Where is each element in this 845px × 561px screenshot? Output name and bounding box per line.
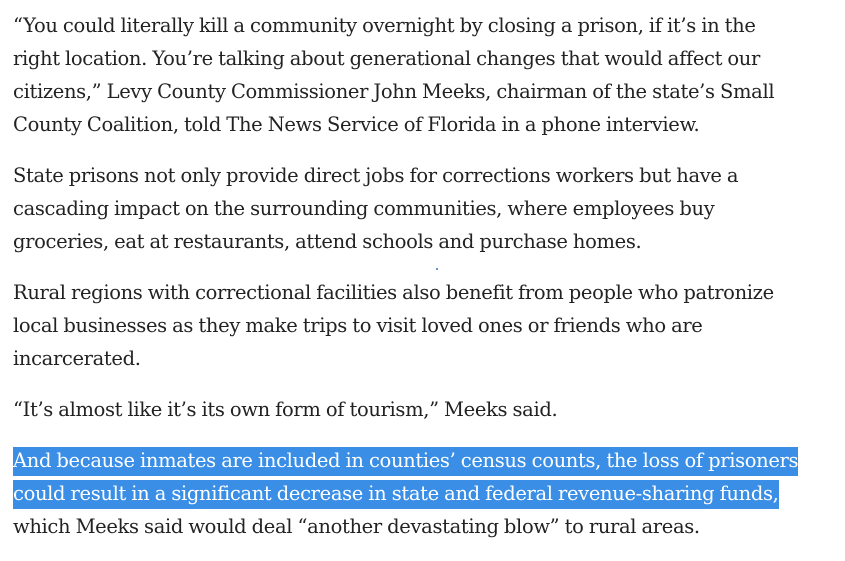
text-line: citizens,” Levy County Commissioner John… <box>13 80 775 103</box>
text-line: cascading impact on the surrounding comm… <box>13 197 715 220</box>
text-line: “It’s almost like it’s its own form of t… <box>13 398 558 421</box>
stray-dot <box>436 268 438 270</box>
paragraph-state-prisons[interactable]: State prisons not only provide direct jo… <box>13 159 838 258</box>
selected-text-line[interactable]: And because inmates are included in coun… <box>13 444 838 477</box>
paragraph-meeks-quote[interactable]: “You could literally kill a community ov… <box>13 9 838 141</box>
text-selection-highlight[interactable]: could result in a significant decrease i… <box>13 480 779 509</box>
article-body: “You could literally kill a community ov… <box>13 9 838 561</box>
text-selection-highlight[interactable]: And because inmates are included in coun… <box>13 447 799 476</box>
paragraph-census-counts[interactable]: And because inmates are included in coun… <box>13 444 838 543</box>
text-line: incarcerated. <box>13 347 141 370</box>
text-line: which Meeks said would deal “another dev… <box>13 515 700 538</box>
text-line: groceries, eat at restaurants, attend sc… <box>13 230 642 253</box>
paragraph-tourism-quote[interactable]: “It’s almost like it’s its own form of t… <box>13 393 838 426</box>
text-line: County Coalition, told The News Service … <box>13 113 700 136</box>
text-line: State prisons not only provide direct jo… <box>13 164 739 187</box>
text-line: right location. You’re talking about gen… <box>13 47 760 70</box>
selected-text-line[interactable]: could result in a significant decrease i… <box>13 477 838 510</box>
paragraph-rural-regions[interactable]: Rural regions with correctional faciliti… <box>13 276 838 375</box>
text-line: “You could literally kill a community ov… <box>13 14 756 37</box>
text-line: Rural regions with correctional faciliti… <box>13 281 774 304</box>
text-line: local businesses as they make trips to v… <box>13 314 703 337</box>
